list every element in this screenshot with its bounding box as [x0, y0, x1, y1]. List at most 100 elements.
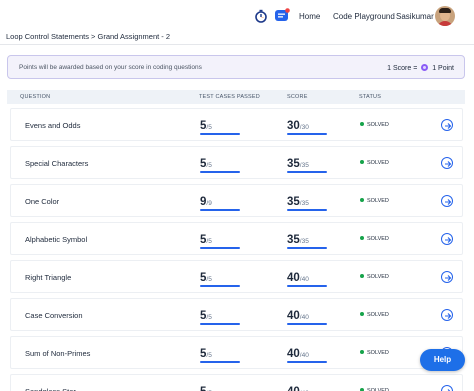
max-score: /35 — [299, 162, 309, 169]
solved-dot-icon — [360, 312, 364, 316]
table-row[interactable]: Evens and Odds 5/5 30/30 SOLVED — [10, 108, 463, 141]
score: 35 — [287, 158, 300, 170]
breadcrumb[interactable]: Loop Control Statements > Grand Assignme… — [6, 32, 170, 41]
table-row[interactable]: Case Conversion 5/5 40/40 SOLVED — [10, 298, 463, 331]
score-progress-bar — [287, 171, 327, 173]
status-label: SOLVED — [367, 198, 389, 204]
total-tests: /5 — [206, 162, 212, 169]
test-cases-passed: 5/5 — [200, 268, 212, 286]
test-cases-passed: 5/5 — [200, 306, 212, 324]
status-label: SOLVED — [367, 350, 389, 356]
score-progress-bar — [287, 361, 327, 363]
test-cases-progress-bar — [200, 171, 240, 173]
max-score: /40 — [299, 276, 309, 283]
solved-dot-icon — [360, 198, 364, 202]
status-badge: SOLVED — [360, 312, 389, 318]
rate-right: 1 Point — [432, 65, 454, 72]
score: 40 — [287, 272, 300, 284]
header-test-cases: TEST CASES PASSED — [199, 94, 260, 100]
points-info-banner: Points will be awarded based on your sco… — [7, 55, 465, 79]
score-progress-bar — [287, 323, 327, 325]
question-name[interactable]: Case Conversion — [25, 311, 83, 320]
score-value: 35/35 — [287, 192, 309, 210]
total-tests: /9 — [206, 200, 212, 207]
streak-icon[interactable] — [253, 8, 269, 24]
status-badge: SOLVED — [360, 236, 389, 242]
test-cases-passed: 9/9 — [200, 192, 212, 210]
question-name[interactable]: Special Characters — [25, 159, 88, 168]
test-cases-progress-bar — [200, 323, 240, 325]
nav-code-playground-link[interactable]: Code Playground — [333, 12, 395, 21]
table-row[interactable]: One Color 9/9 35/35 SOLVED — [10, 184, 463, 217]
test-cases-progress-bar — [200, 247, 240, 249]
arrow-right-icon[interactable] — [441, 385, 453, 391]
score-value: 35/35 — [287, 230, 309, 248]
total-tests: /5 — [206, 314, 212, 321]
status-label: SOLVED — [367, 122, 389, 128]
status-badge: SOLVED — [360, 122, 389, 128]
arrow-right-icon[interactable] — [441, 309, 453, 321]
status-label: SOLVED — [367, 160, 389, 166]
question-name[interactable]: Right Triangle — [25, 273, 71, 282]
status-badge: SOLVED — [360, 160, 389, 166]
table-header: QUESTION TEST CASES PASSED SCORE STATUS — [7, 90, 465, 104]
question-name[interactable]: Alphabetic Symbol — [25, 235, 87, 244]
test-cases-passed: 5/5 — [200, 382, 212, 391]
score-value: 40/40 — [287, 268, 309, 286]
arrow-right-icon[interactable] — [441, 195, 453, 207]
score-progress-bar — [287, 247, 327, 249]
table-row[interactable]: Sandglass Star5/540/40SOLVED — [10, 374, 463, 391]
total-tests: /5 — [206, 352, 212, 359]
total-tests: /5 — [206, 276, 212, 283]
max-score: /40 — [299, 314, 309, 321]
score-value: 40/40 — [287, 306, 309, 324]
solved-dot-icon — [360, 350, 364, 354]
chat-icon[interactable] — [274, 8, 290, 24]
solved-dot-icon — [360, 236, 364, 240]
test-cases-passed: 5/5 — [200, 230, 212, 248]
score-progress-bar — [287, 133, 327, 135]
test-cases-progress-bar — [200, 361, 240, 363]
help-button[interactable]: Help — [420, 349, 465, 371]
question-name[interactable]: One Color — [25, 197, 59, 206]
question-name[interactable]: Sandglass Star — [25, 387, 76, 391]
status-badge: SOLVED — [360, 274, 389, 280]
score: 40 — [287, 386, 300, 391]
solved-dot-icon — [360, 160, 364, 164]
score: 35 — [287, 196, 300, 208]
solved-dot-icon — [360, 274, 364, 278]
score-point-rate: 1 Score = 1 Point — [387, 64, 454, 72]
score: 30 — [287, 120, 300, 132]
top-navbar: Home Code Playground Sasikumar — [0, 0, 474, 33]
arrow-right-icon[interactable] — [441, 119, 453, 131]
divider — [0, 44, 474, 45]
total-tests: /5 — [206, 124, 212, 131]
score-progress-bar — [287, 285, 327, 287]
status-badge: SOLVED — [360, 350, 389, 356]
question-name[interactable]: Evens and Odds — [25, 121, 80, 130]
question-name[interactable]: Sum of Non-Primes — [25, 349, 90, 358]
status-label: SOLVED — [367, 312, 389, 318]
max-score: /40 — [299, 352, 309, 359]
nav-home-link[interactable]: Home — [299, 12, 320, 21]
header-score: SCORE — [287, 94, 308, 100]
table-row[interactable]: Alphabetic Symbol 5/5 35/35 SOLVED — [10, 222, 463, 255]
table-row[interactable]: Sum of Non-Primes 5/5 40/40 SOLVED — [10, 336, 463, 369]
table-row[interactable]: Special Characters 5/5 35/35 SOLVED — [10, 146, 463, 179]
max-score: /35 — [299, 200, 309, 207]
arrow-right-icon[interactable] — [441, 271, 453, 283]
arrow-right-icon[interactable] — [441, 157, 453, 169]
test-cases-progress-bar — [200, 209, 240, 211]
score-value: 35/35 — [287, 154, 309, 172]
coin-icon — [421, 64, 429, 71]
avatar[interactable] — [435, 6, 455, 26]
user-name[interactable]: Sasikumar — [396, 12, 434, 21]
table-row[interactable]: Right Triangle 5/5 40/40 SOLVED — [10, 260, 463, 293]
test-cases-progress-bar — [200, 133, 240, 135]
header-status: STATUS — [359, 94, 382, 100]
score-progress-bar — [287, 209, 327, 211]
max-score: /35 — [299, 238, 309, 245]
test-cases-passed: 5/5 — [200, 344, 212, 362]
arrow-right-icon[interactable] — [441, 233, 453, 245]
test-cases-passed: 5/5 — [200, 154, 212, 172]
